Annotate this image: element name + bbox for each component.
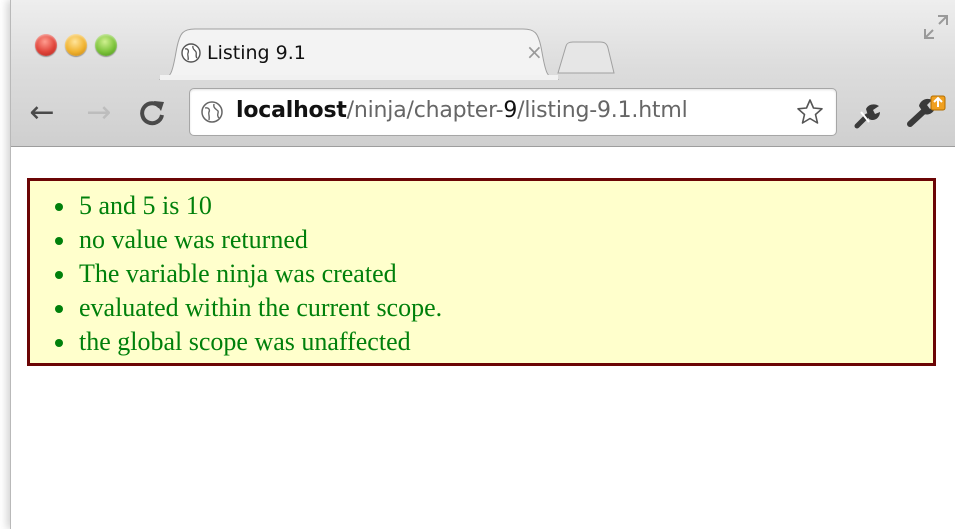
result-item: The variable ninja was created: [77, 257, 933, 291]
forward-button[interactable]: →: [84, 98, 114, 128]
browser-chrome: Listing 9.1 × ← → localhost/ninja/chapte…: [11, 0, 955, 147]
tab-listing[interactable]: Listing 9.1 ×: [159, 27, 559, 80]
star-icon[interactable]: [795, 97, 825, 127]
tool-icon[interactable]: [853, 100, 883, 130]
globe-icon: [181, 43, 201, 63]
tab-title: Listing 9.1: [207, 42, 306, 64]
reload-button[interactable]: [137, 98, 167, 128]
wrench-update-icon[interactable]: [907, 94, 947, 130]
result-item: the global scope was unaffected: [77, 325, 933, 359]
url-host: localhost: [236, 98, 347, 123]
result-item: evaluated within the current scope.: [77, 291, 933, 325]
url-text: localhost/ninja/chapter-9/listing-9.1.ht…: [236, 98, 688, 123]
new-tab-button[interactable]: [556, 40, 616, 74]
results-list: 5 and 5 is 10 no value was returned The …: [30, 181, 933, 359]
page-content: 5 and 5 is 10 no value was returned The …: [11, 147, 955, 529]
result-item: no value was returned: [77, 223, 933, 257]
url-path-after: /listing-9.1.html: [517, 98, 688, 123]
tab-close-button[interactable]: ×: [526, 40, 543, 64]
close-window-button[interactable]: [35, 34, 57, 56]
toolbar: ← → localhost/ninja/chapter-9/listing-9.…: [11, 80, 955, 146]
browser-window: Listing 9.1 × ← → localhost/ninja/chapte…: [10, 0, 955, 529]
tab-strip: Listing 9.1 ×: [11, 0, 955, 80]
zoom-window-button[interactable]: [95, 34, 117, 56]
minimize-window-button[interactable]: [65, 34, 87, 56]
expand-icon[interactable]: [923, 14, 949, 40]
globe-icon: [201, 101, 223, 123]
url-path-bold: 9: [503, 98, 518, 123]
results-box: 5 and 5 is 10 no value was returned The …: [27, 178, 936, 366]
back-button[interactable]: ←: [27, 98, 57, 128]
url-path-before: /ninja/chapter-: [346, 98, 504, 123]
address-bar[interactable]: localhost/ninja/chapter-9/listing-9.1.ht…: [189, 88, 837, 136]
result-item: 5 and 5 is 10: [77, 189, 933, 223]
reload-icon: [140, 101, 164, 126]
